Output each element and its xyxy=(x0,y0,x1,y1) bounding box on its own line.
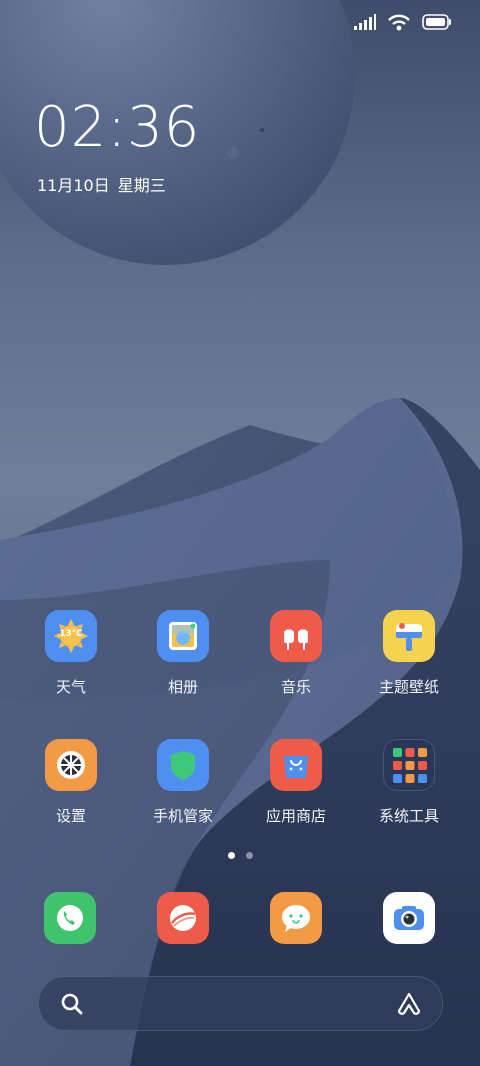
messages-icon xyxy=(270,892,322,944)
app-label: 手机管家 xyxy=(152,807,213,825)
themes-icon xyxy=(383,610,435,662)
app-settings[interactable]: 设置 xyxy=(21,739,121,826)
app-store-icon xyxy=(270,739,322,791)
weekday-text: 星期三 xyxy=(117,176,166,195)
search-bar[interactable] xyxy=(38,976,443,1031)
search-icon[interactable] xyxy=(60,992,84,1016)
page-dot-active[interactable] xyxy=(227,852,235,859)
page-dot[interactable] xyxy=(245,852,253,859)
battery-icon xyxy=(422,14,451,30)
camera-icon xyxy=(383,892,435,944)
wifi-icon xyxy=(388,14,410,30)
app-gallery[interactable]: 相册 xyxy=(133,610,233,697)
assistant-icon[interactable] xyxy=(396,991,422,1015)
app-label: 音乐 xyxy=(280,678,311,696)
folder-icon xyxy=(383,739,435,791)
folder-system-tools[interactable]: 系统工具 xyxy=(359,739,459,826)
gallery-icon xyxy=(157,610,209,662)
browser-icon xyxy=(157,892,209,944)
app-weather[interactable]: 13℃ 天气 xyxy=(21,610,121,697)
app-themes[interactable]: 主题壁纸 xyxy=(359,610,459,697)
security-icon xyxy=(157,739,209,791)
status-bar xyxy=(354,10,452,34)
app-label: 天气 xyxy=(55,678,86,696)
dock-phone[interactable] xyxy=(20,892,120,944)
app-security[interactable]: 手机管家 xyxy=(133,739,233,826)
app-music[interactable]: 音乐 xyxy=(246,610,346,697)
settings-icon xyxy=(45,739,97,791)
app-store[interactable]: 应用商店 xyxy=(246,739,346,826)
clock-date[interactable]: 11月10日 星期三 xyxy=(37,172,166,196)
dock-camera[interactable] xyxy=(359,892,459,944)
clock-time[interactable]: 02:36 xyxy=(34,100,200,156)
weather-temp: 13℃ xyxy=(59,629,83,639)
app-label: 主题壁纸 xyxy=(378,678,439,696)
dock-browser[interactable] xyxy=(133,892,233,944)
date-text: 11月10日 xyxy=(37,176,110,195)
dock-messages[interactable] xyxy=(246,892,346,944)
app-label: 系统工具 xyxy=(378,807,439,825)
music-icon xyxy=(270,610,322,662)
app-label: 设置 xyxy=(55,807,86,825)
app-label: 相册 xyxy=(167,678,198,696)
cellular-signal-icon xyxy=(354,14,376,30)
weather-icon: 13℃ xyxy=(45,610,97,662)
page-indicator[interactable] xyxy=(0,852,480,859)
phone-icon xyxy=(44,892,96,944)
app-label: 应用商店 xyxy=(265,807,326,825)
